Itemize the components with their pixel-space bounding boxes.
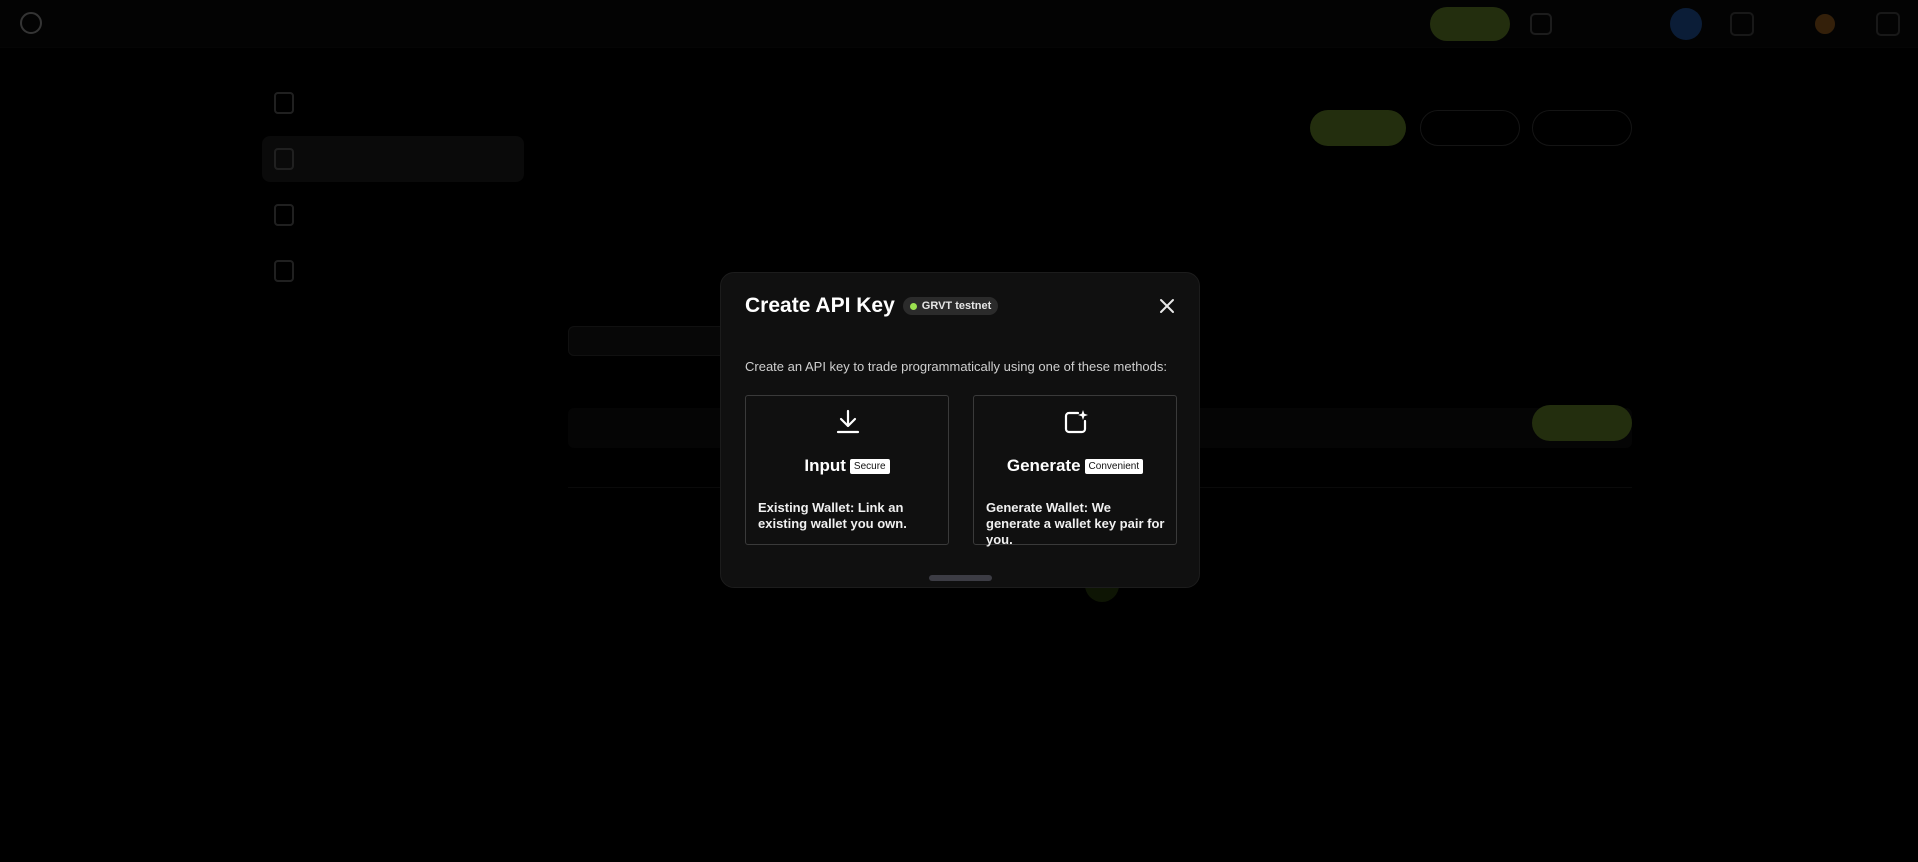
generate-option-title: Generate — [1006, 456, 1081, 475]
modal-title: Create API Key — [745, 294, 895, 317]
modal-header: Create API Key GRVT testnet — [745, 291, 999, 321]
input-option-card[interactable]: Input Secure Existing Wallet: Link an ex… — [745, 395, 949, 545]
input-option-title-row: Input Secure — [746, 456, 948, 476]
input-option-title: Input — [804, 456, 846, 475]
input-option-tag: Secure — [849, 458, 890, 474]
drag-handle[interactable] — [929, 575, 992, 581]
create-api-key-modal: Create API Key GRVT testnet Create an AP… — [720, 272, 1200, 588]
network-status-dot-icon — [909, 302, 917, 310]
generate-option-description: Generate Wallet: We generate a wallet ke… — [986, 500, 1165, 547]
network-badge: GRVT testnet — [902, 297, 999, 315]
generate-option-tag: Convenient — [1084, 458, 1144, 474]
new-window-sparkle-icon — [1064, 410, 1088, 434]
input-option-description: Existing Wallet: Link an existing wallet… — [758, 500, 907, 531]
modal-description: Create an API key to trade programmatica… — [745, 359, 1168, 374]
generate-option-card[interactable]: Generate Convenient Generate Wallet: We … — [973, 395, 1177, 547]
close-button[interactable] — [1153, 292, 1181, 320]
generate-option-title-row: Generate Convenient — [974, 456, 1176, 476]
download-icon — [836, 409, 860, 434]
network-badge-label: GRVT testnet — [921, 300, 992, 312]
close-icon — [1160, 299, 1174, 313]
